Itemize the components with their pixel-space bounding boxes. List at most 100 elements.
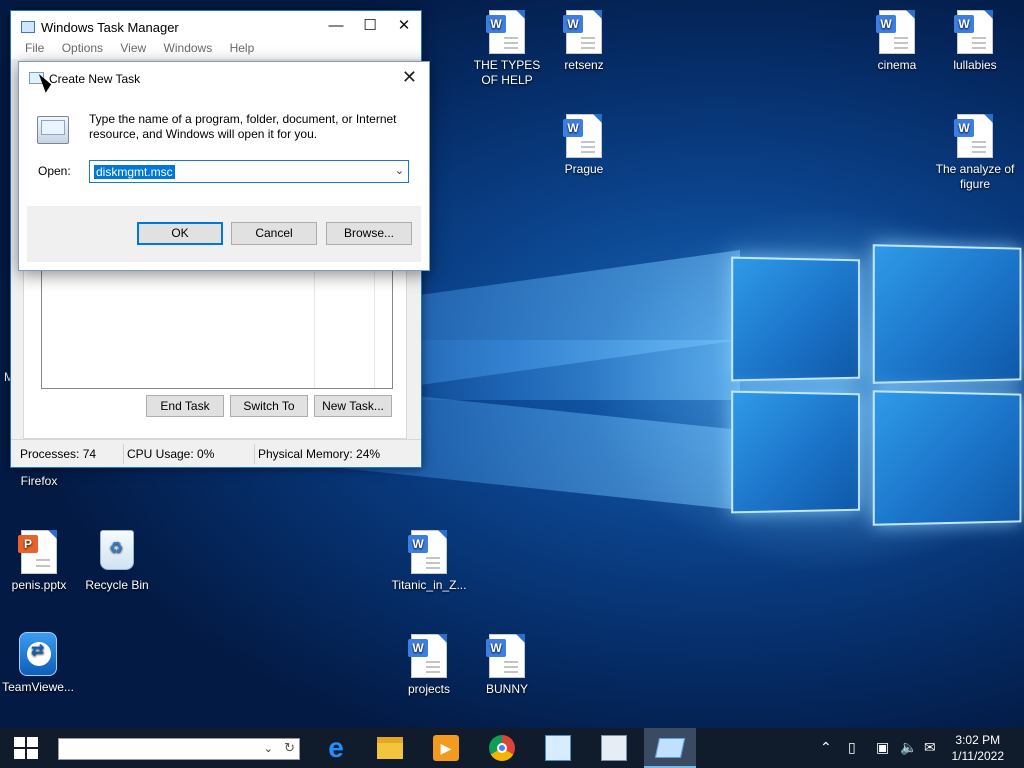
media-player-icon: ▶ — [433, 735, 459, 761]
taskbar-chrome[interactable] — [476, 728, 528, 768]
control-panel-icon — [545, 735, 571, 761]
menu-file[interactable]: File — [25, 41, 44, 55]
teamviewer-icon — [19, 632, 57, 676]
desktop-icon-teamviewer[interactable]: TeamViewe... — [0, 632, 80, 695]
desktop-icon-projects[interactable]: W projects — [387, 634, 471, 697]
taskbar-task-manager[interactable] — [588, 728, 640, 768]
taskbar-search-box[interactable]: ⌄ ↻ — [58, 738, 300, 760]
ok-button[interactable]: OK — [137, 222, 223, 245]
status-cpu: CPU Usage: 0% — [127, 447, 214, 461]
status-processes: Processes: 74 — [20, 447, 96, 461]
applications-list[interactable] — [41, 269, 393, 389]
desktop-icon-label: Recycle Bin — [75, 578, 159, 593]
powerpoint-document-icon: P — [21, 530, 57, 574]
new-task-button[interactable]: New Task... — [314, 395, 392, 417]
start-button[interactable] — [0, 728, 52, 768]
run-dialog-icon — [655, 738, 685, 758]
desktop-icon-label: cinema — [855, 58, 939, 73]
folder-icon — [377, 737, 403, 759]
chevron-down-icon[interactable]: ⌄ — [395, 164, 404, 177]
word-document-icon: W — [566, 114, 602, 158]
desktop-icon-penis-pptx[interactable]: P penis.pptx — [0, 530, 81, 593]
taskbar: ⌄ ↻ e ▶ ⌃ ▯ ▣ 🔈 ✉ 3:02 PM 1/11/2022 — [0, 728, 1024, 768]
task-manager-taskbar-icon — [601, 735, 627, 761]
word-document-icon: W — [957, 10, 993, 54]
word-document-icon: W — [489, 634, 525, 678]
task-manager-menubar: File Options View Windows Help — [11, 41, 421, 59]
run-program-icon — [37, 116, 69, 144]
desktop-icon-lullabies[interactable]: W lullabies — [933, 10, 1017, 73]
menu-options[interactable]: Options — [62, 41, 103, 55]
system-clock[interactable]: 3:02 PM 1/11/2022 — [952, 732, 1005, 764]
desktop-icon-label: penis.pptx — [0, 578, 81, 593]
refresh-icon[interactable]: ↻ — [284, 740, 295, 756]
desktop-icon-cinema[interactable]: W cinema — [855, 10, 939, 73]
close-icon[interactable]: ✕ — [387, 11, 421, 41]
chrome-icon — [489, 735, 515, 761]
menu-help[interactable]: Help — [230, 41, 255, 55]
desktop-icon-firefox[interactable]: Firefox — [0, 474, 81, 489]
desktop-icon-the-types-of-help[interactable]: W THE TYPES OF HELP — [465, 10, 549, 88]
minimize-icon[interactable]: — — [319, 11, 353, 41]
menu-view[interactable]: View — [120, 41, 146, 55]
desktop-icon-label: projects — [387, 682, 471, 697]
dialog-button-bar: OK Cancel Browse... — [27, 206, 421, 262]
wallpaper-pane — [731, 257, 860, 382]
task-manager-titlebar[interactable]: Windows Task Manager — ☐ ✕ — [11, 11, 421, 41]
dialog-titlebar[interactable]: Create New Task ✕ — [19, 62, 429, 94]
taskbar-file-explorer[interactable] — [364, 728, 416, 768]
maximize-icon[interactable]: ☐ — [353, 11, 387, 41]
word-document-icon: W — [489, 10, 525, 54]
clock-date: 1/11/2022 — [952, 748, 1005, 764]
desktop-icon-bunny[interactable]: W BUNNY — [465, 634, 549, 697]
browse-button[interactable]: Browse... — [326, 222, 412, 245]
wallpaper-pane — [731, 391, 860, 514]
chevron-up-icon[interactable]: ⌃ — [820, 739, 832, 756]
word-document-icon: W — [411, 634, 447, 678]
word-document-icon: W — [879, 10, 915, 54]
taskbar-control-panel[interactable] — [532, 728, 584, 768]
desktop-icon-label: THE TYPES OF HELP — [465, 58, 549, 88]
open-combobox[interactable]: diskmgmt.msc ⌄ — [89, 160, 409, 183]
network-icon[interactable]: ▣ — [876, 739, 889, 756]
wallpaper-pane — [873, 244, 1022, 384]
tablet-icon[interactable]: ▯ — [848, 739, 856, 756]
task-manager-title: Windows Task Manager — [41, 20, 179, 35]
status-bar: Processes: 74 CPU Usage: 0% Physical Mem… — [11, 439, 421, 467]
word-document-icon: W — [957, 114, 993, 158]
desktop-icon-the-analyze-of-figure[interactable]: W The analyze of figure — [933, 114, 1017, 192]
clock-time: 3:02 PM — [952, 732, 1005, 748]
end-task-button[interactable]: End Task — [146, 395, 224, 417]
dialog-body: Type the name of a program, folder, docu… — [19, 94, 429, 206]
word-document-icon: W — [566, 10, 602, 54]
taskbar-edge[interactable]: e — [310, 728, 362, 768]
taskbar-media-player[interactable]: ▶ — [420, 728, 472, 768]
taskbar-run-dialog[interactable] — [644, 728, 696, 768]
desktop-icon-label: lullabies — [933, 58, 1017, 73]
desktop-icon-recycle-bin[interactable]: ♻ Recycle Bin — [75, 530, 159, 593]
desktop-icon-label: Titanic_in_Z... — [387, 578, 471, 593]
edge-browser-icon: e — [323, 735, 349, 761]
recycle-bin-icon: ♻ — [100, 530, 134, 570]
desktop-icon-label: TeamViewe... — [0, 680, 80, 695]
create-new-task-dialog: Create New Task ✕ Type the name of a pro… — [18, 61, 430, 271]
volume-icon[interactable]: 🔈 — [900, 739, 917, 756]
task-manager-icon — [21, 21, 35, 33]
dialog-close-icon[interactable]: ✕ — [402, 67, 417, 88]
word-document-icon: W — [411, 530, 447, 574]
desktop-icon-label: retsenz — [542, 58, 626, 73]
desktop-icon-prague[interactable]: W Prague — [542, 114, 626, 177]
action-center-icon[interactable]: ✉ — [924, 739, 936, 756]
status-memory: Physical Memory: 24% — [258, 447, 380, 461]
desktop-icon-label: The analyze of figure — [933, 162, 1017, 192]
desktop-icon-label: Prague — [542, 162, 626, 177]
desktop-icon-retsenz[interactable]: W retsenz — [542, 10, 626, 73]
desktop-icon-titanic[interactable]: W Titanic_in_Z... — [387, 530, 471, 593]
cancel-button[interactable]: Cancel — [231, 222, 317, 245]
chevron-down-icon[interactable]: ⌄ — [264, 742, 273, 755]
open-input-value[interactable]: diskmgmt.msc — [94, 165, 175, 179]
switch-to-button[interactable]: Switch To — [230, 395, 308, 417]
wallpaper-pane — [873, 390, 1022, 526]
desktop-icon-label: Firefox — [0, 474, 81, 489]
menu-windows[interactable]: Windows — [164, 41, 213, 55]
